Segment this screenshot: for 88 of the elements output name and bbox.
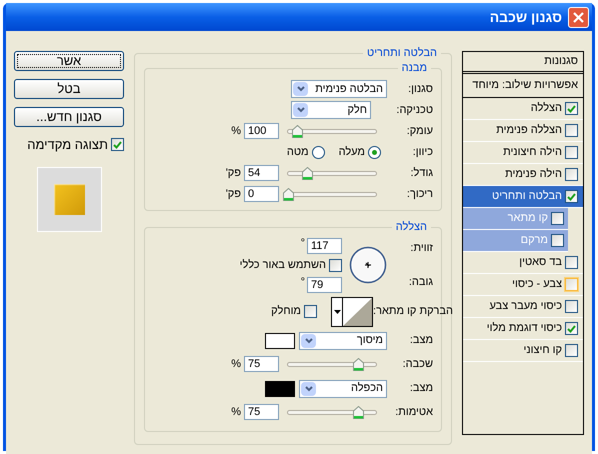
chevron-down-icon	[293, 82, 308, 96]
caret-down-icon	[334, 310, 340, 314]
check-icon	[113, 140, 122, 149]
dropdown[interactable]: הכפלה	[299, 380, 387, 398]
field-label: עומק:	[406, 124, 433, 139]
check-icon	[567, 324, 576, 332]
slider-thumb[interactable]	[353, 406, 364, 419]
checkbox[interactable]	[565, 190, 578, 203]
degree-label: °	[300, 238, 305, 248]
number-field[interactable]: 0	[244, 186, 279, 202]
style-list-item[interactable]: קו חיצוני	[463, 340, 583, 362]
checkbox[interactable]	[565, 102, 578, 115]
color-swatch[interactable]	[265, 332, 295, 348]
unit-label: פק'	[226, 166, 241, 181]
close-button[interactable]	[568, 6, 589, 28]
checkbox[interactable]	[565, 278, 578, 291]
checkbox[interactable]	[565, 168, 578, 181]
dialog-button[interactable]: סגנון חדש...	[14, 107, 124, 127]
style-list-item[interactable]: צבע - כיסוי	[463, 274, 583, 296]
field-label: אטימות:	[394, 405, 433, 420]
preview-swatch	[54, 184, 84, 214]
radio-button[interactable]	[368, 146, 381, 158]
dialog-button[interactable]: אשר	[14, 51, 124, 71]
radio-button[interactable]	[312, 146, 325, 158]
checkbox-label: מוחלק	[271, 304, 301, 320]
style-list-item[interactable]: כיסוי דוגמת מלוי	[463, 318, 583, 340]
check-icon	[567, 104, 576, 112]
dropdown[interactable]: הבלטה פנימית	[291, 80, 387, 98]
checkbox[interactable]	[565, 344, 578, 357]
checkbox-label: השתמש באור כללי	[240, 258, 326, 273]
contour-picker[interactable]	[331, 296, 373, 326]
checkbox[interactable]	[551, 212, 564, 225]
checkbox[interactable]	[329, 258, 342, 272]
style-list-item[interactable]: הצללה פנימית	[463, 120, 583, 142]
close-icon	[573, 12, 584, 22]
field-label: גובה:	[408, 274, 433, 290]
check-icon	[567, 192, 576, 200]
dropdown[interactable]: חלק	[291, 101, 371, 119]
field-label: מצב:	[408, 333, 433, 348]
number-field[interactable]: 75	[244, 404, 279, 420]
unit-label: פק'	[226, 186, 241, 202]
number-field[interactable]: 54	[244, 164, 279, 181]
unit-label: %	[231, 357, 241, 372]
field-label: מצב:	[408, 381, 433, 396]
field-label: טכניקה:	[395, 102, 433, 118]
degree-label: °	[300, 276, 305, 286]
field-label: זווית:	[409, 241, 433, 256]
slider-thumb[interactable]	[283, 188, 294, 200]
style-list-item[interactable]: הילה חיצונית	[463, 142, 583, 164]
style-list-item[interactable]: בד סאטין	[463, 252, 583, 274]
unit-label: %	[231, 124, 241, 139]
angle-dial[interactable]	[349, 246, 387, 284]
checkbox[interactable]	[565, 124, 578, 137]
chevron-down-icon	[301, 382, 316, 396]
slider-thumb[interactable]	[292, 124, 303, 138]
checkbox[interactable]	[565, 146, 578, 159]
blending-options-item[interactable]: אפשרויות שילוב: מיוחד	[463, 74, 583, 98]
chevron-down-icon	[301, 334, 316, 348]
checkbox[interactable]	[565, 256, 578, 269]
number-field[interactable]: 79	[307, 276, 342, 292]
chevron-down-icon	[293, 103, 308, 117]
field-label: שכבה:	[402, 357, 433, 372]
unit-label: %	[231, 405, 241, 420]
style-list-item[interactable]: הצללה	[463, 98, 583, 120]
slider-thumb[interactable]	[353, 358, 364, 371]
field-label: כיוון:	[412, 144, 433, 160]
color-swatch[interactable]	[265, 380, 295, 396]
number-field[interactable]: 117	[307, 238, 342, 254]
field-label: ריכוך:	[406, 186, 433, 202]
dialog-button[interactable]: בטל	[14, 79, 124, 99]
window-title: סגנון שכבה	[490, 8, 562, 27]
dropdown[interactable]: מיסוך	[299, 332, 387, 350]
checkbox[interactable]	[111, 138, 124, 152]
field-label: סגנון:	[407, 82, 433, 97]
checkbox[interactable]	[565, 322, 578, 335]
radio-label: מטה	[286, 144, 309, 160]
field-label: גודל:	[410, 166, 433, 181]
number-field[interactable]: 75	[244, 356, 279, 372]
radio-label: מעלה	[338, 144, 365, 160]
checkbox[interactable]	[304, 305, 317, 318]
checkbox[interactable]	[551, 234, 564, 247]
checkbox-label: תצוגה מקדימה	[27, 136, 108, 154]
style-list-item[interactable]: הבלטה ותחריט	[463, 186, 583, 208]
checkbox[interactable]	[565, 300, 578, 313]
number-field[interactable]: 100	[244, 122, 279, 139]
style-list-item[interactable]: כיסוי מעבר צבע	[463, 296, 583, 318]
slider-thumb[interactable]	[302, 166, 314, 180]
styles-header[interactable]: סגנונות	[463, 52, 583, 74]
